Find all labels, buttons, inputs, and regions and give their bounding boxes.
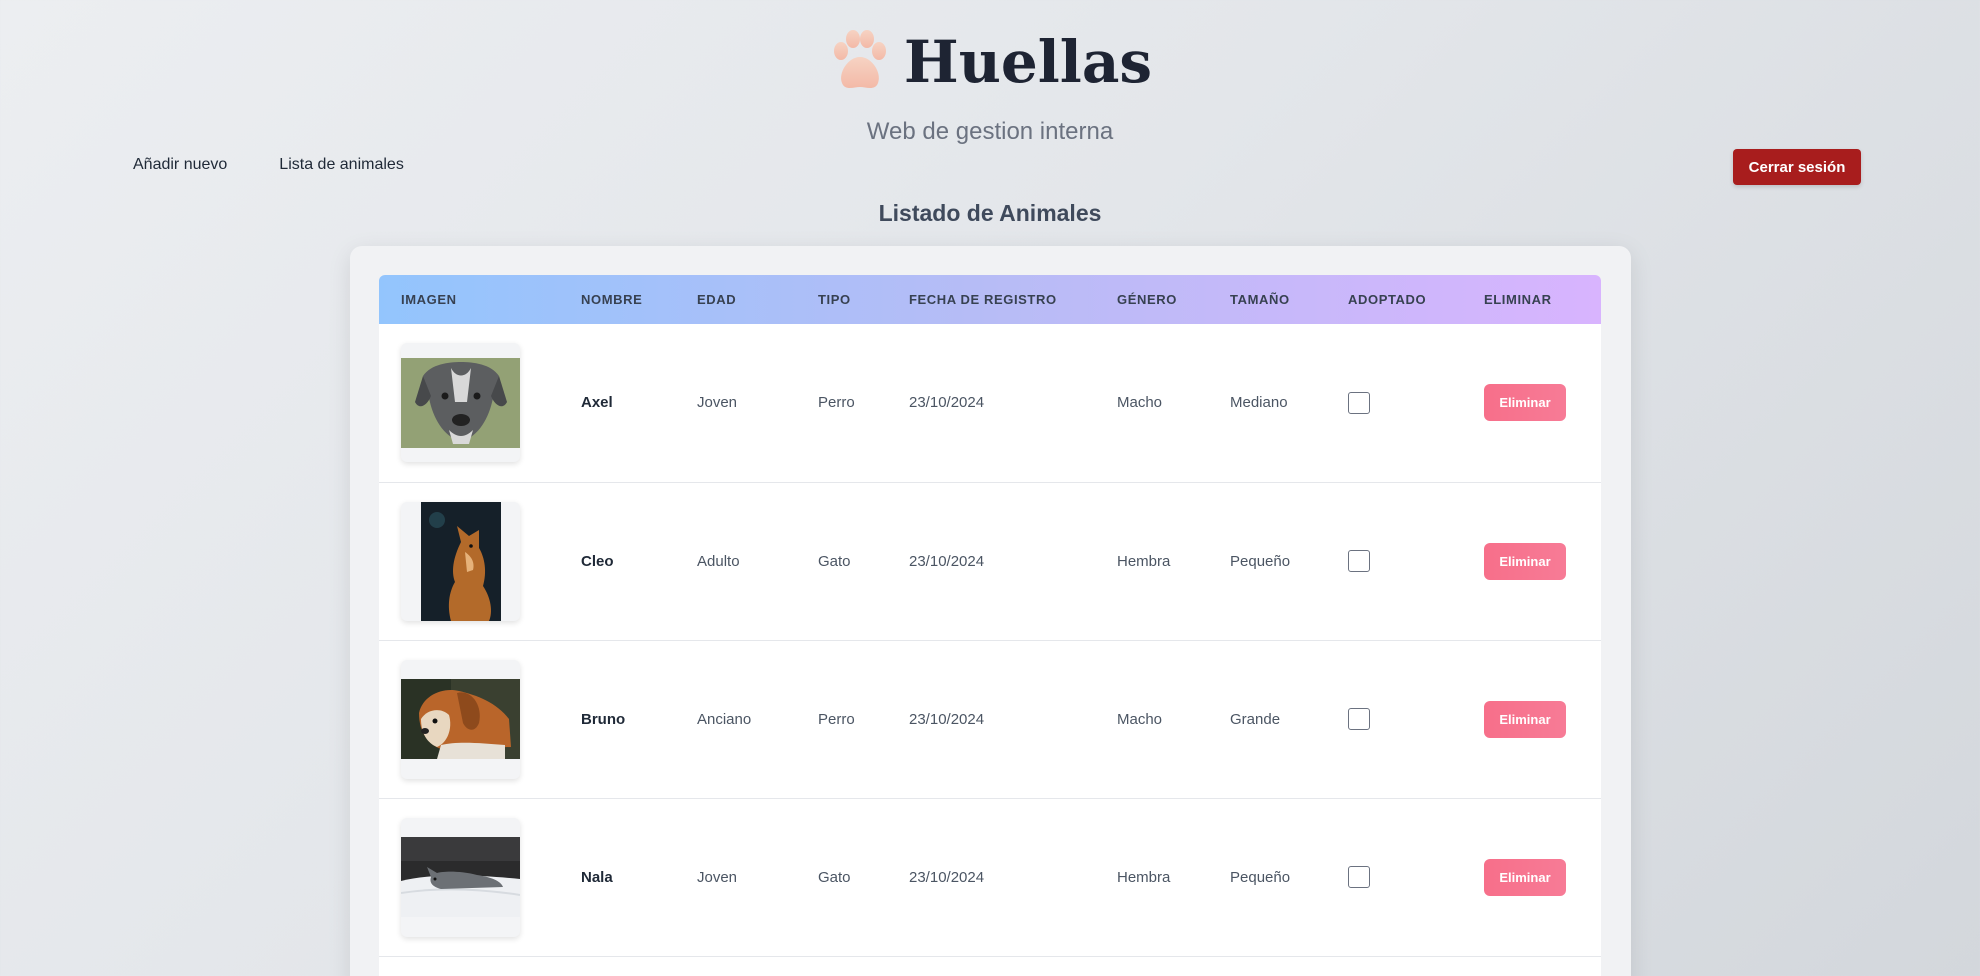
- cell-tamano: Pequeño: [1230, 552, 1291, 570]
- col-genero: GÉNERO: [1117, 292, 1177, 307]
- col-eliminar: ELIMINAR: [1484, 292, 1552, 307]
- logout-button[interactable]: Cerrar sesión: [1733, 149, 1861, 185]
- col-imagen: IMAGEN: [401, 292, 457, 307]
- delete-button[interactable]: Eliminar: [1484, 542, 1566, 580]
- cell-tipo: Perro: [818, 394, 855, 412]
- cell-tamano: Grande: [1230, 710, 1281, 728]
- col-tipo: TIPO: [818, 292, 851, 307]
- cell-fecha: 23/10/2024: [909, 710, 985, 728]
- col-tamano: TAMAÑO: [1230, 292, 1290, 307]
- main-nav: Añadir nuevo Lista de animales: [133, 156, 404, 174]
- animals-table: IMAGEN NOMBRE EDAD TIPO FECHA DE REGISTR…: [379, 275, 1601, 976]
- dog-photo-icon: [401, 357, 520, 448]
- adopted-checkbox[interactable]: [1348, 866, 1370, 888]
- nav-add-new[interactable]: Añadir nuevo: [133, 156, 227, 174]
- cell-genero: Macho: [1117, 394, 1163, 412]
- site-header: Huellas: [0, 28, 1980, 100]
- table-header-row: IMAGEN NOMBRE EDAD TIPO FECHA DE REGISTR…: [379, 275, 1601, 324]
- table-row: [379, 956, 1601, 976]
- col-adoptado: ADOPTADO: [1348, 292, 1427, 307]
- animals-card: IMAGEN NOMBRE EDAD TIPO FECHA DE REGISTR…: [350, 246, 1631, 976]
- cell-genero: Macho: [1117, 710, 1163, 728]
- delete-button[interactable]: Eliminar: [1484, 858, 1566, 896]
- delete-button[interactable]: Eliminar: [1484, 700, 1566, 738]
- cell-edad: Adulto: [697, 552, 740, 570]
- cell-tipo: Gato: [818, 552, 851, 570]
- app-title: Huellas: [903, 28, 1153, 96]
- table-row: Axel Joven Perro 23/10/2024 Macho Median…: [379, 324, 1601, 482]
- animal-photo: [401, 659, 520, 779]
- cell-genero: Hembra: [1117, 868, 1171, 886]
- cell-fecha: 23/10/2024: [909, 868, 985, 886]
- cell-edad: Joven: [697, 868, 738, 886]
- cell-genero: Hembra: [1117, 552, 1171, 570]
- paw-icon: [833, 30, 886, 88]
- brand[interactable]: Huellas: [828, 28, 1152, 96]
- animal-photo: [401, 343, 520, 463]
- cell-nombre: Cleo: [581, 552, 614, 570]
- cell-edad: Joven: [697, 394, 738, 412]
- table-row: Cleo Adulto Gato 23/10/2024 Hembra Peque…: [379, 482, 1601, 640]
- adopted-checkbox[interactable]: [1348, 391, 1370, 414]
- cell-tamano: Pequeño: [1230, 868, 1291, 886]
- cell-tipo: Gato: [818, 868, 851, 886]
- cat-photo-icon: [401, 837, 520, 917]
- app-subtitle: Web de gestion interna: [866, 118, 1114, 145]
- col-edad: EDAD: [697, 292, 737, 307]
- table-row: Bruno Anciano Perro 23/10/2024 Macho Gra…: [379, 640, 1601, 798]
- col-nombre: NOMBRE: [581, 292, 643, 307]
- cell-tamano: Mediano: [1230, 394, 1288, 412]
- cell-fecha: 23/10/2024: [909, 552, 985, 570]
- animal-photo: [401, 501, 520, 621]
- adopted-checkbox[interactable]: [1348, 550, 1370, 572]
- cell-edad: Anciano: [697, 710, 752, 728]
- cell-nombre: Axel: [581, 394, 613, 412]
- cell-tipo: Perro: [818, 710, 855, 728]
- cell-fecha: 23/10/2024: [909, 394, 985, 412]
- cat-photo-icon: [420, 501, 501, 621]
- adopted-checkbox[interactable]: [1348, 708, 1370, 730]
- dog-photo-icon: [401, 679, 520, 759]
- cell-nombre: Nala: [581, 868, 613, 886]
- table-row: Nala Joven Gato 23/10/2024 Hembra Pequeñ…: [379, 798, 1601, 956]
- cell-nombre: Bruno: [581, 710, 626, 728]
- delete-button[interactable]: Eliminar: [1484, 384, 1566, 422]
- col-fecha-registro: FECHA DE REGISTRO: [909, 292, 1057, 307]
- table-wrapper: IMAGEN NOMBRE EDAD TIPO FECHA DE REGISTR…: [379, 275, 1601, 976]
- animal-photo: [401, 817, 520, 937]
- nav-animal-list[interactable]: Lista de animales: [279, 156, 404, 174]
- page-title: Listado de Animales: [878, 200, 1102, 226]
